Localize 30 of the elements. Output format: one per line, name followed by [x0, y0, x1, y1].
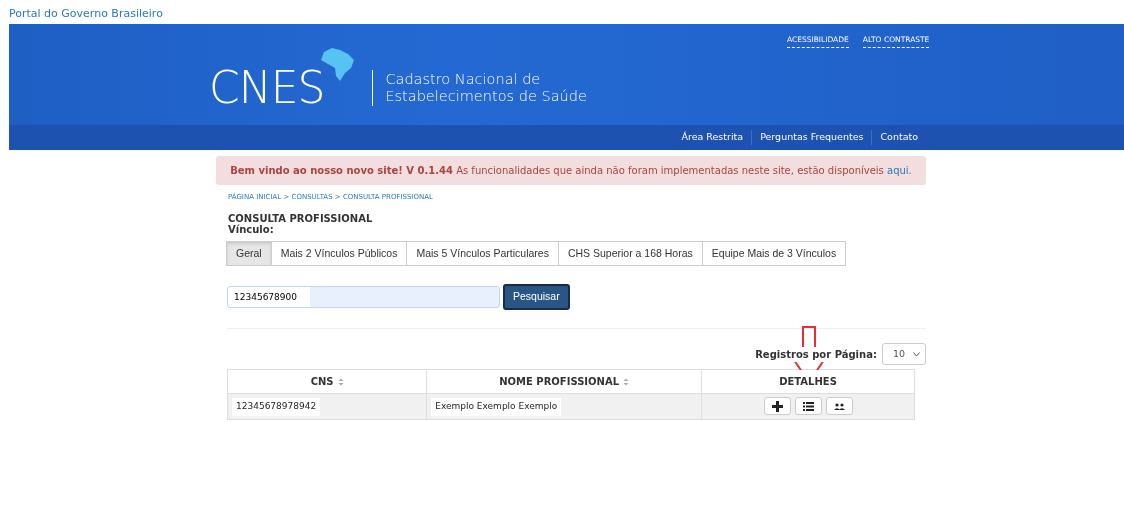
logo-subtitle: Cadastro Nacional de [385, 71, 542, 88]
nav-link[interactable]: Perguntas Frequentes [751, 130, 872, 145]
plus-icon [771, 400, 783, 412]
gov-portal-link[interactable]: Portal do Governo Brasileiro [0, 3, 172, 24]
logo-text: CNES [209, 66, 325, 110]
alert-link[interactable]: aqui. [887, 165, 912, 176]
plus-button[interactable] [763, 397, 791, 416]
table-cell: 12345678978942 [232, 398, 321, 416]
nav-link[interactable]: Área Restrita [673, 130, 752, 145]
column-header: DETALHES [779, 376, 837, 388]
column-header[interactable]: CNS [310, 376, 334, 388]
tab[interactable]: Geral [226, 240, 272, 267]
search-button[interactable]: Pesquisar [503, 284, 570, 310]
page-size-select[interactable]: 10 [881, 343, 926, 366]
alert-text: Bem vindo ao nosso novo site! V 0.1.44 As funcionalidades que ainda não foram implementadas neste site, estão disponíveis [230, 165, 885, 176]
vinculo-label: Vínculo: [228, 223, 275, 235]
search-field[interactable]: 12345678900 [227, 286, 500, 309]
page-title: CONSULTA PROFISSIONAL [228, 212, 374, 224]
nav-link[interactable]: Contato [871, 130, 926, 145]
logo-subtitle: Estabelecimentos de Saúde [385, 88, 587, 105]
tab[interactable]: Equipe Mais de 3 Vínculos [701, 240, 847, 267]
page-size-label: Registros por Página: [755, 346, 877, 362]
tab[interactable]: Mais 2 Vínculos Públicos [270, 240, 408, 267]
people-button[interactable] [825, 397, 853, 416]
tab[interactable]: CHS Superior a 168 Horas [557, 240, 703, 267]
caret-icon [913, 351, 920, 357]
list-button[interactable] [794, 397, 822, 416]
table-cell: Exemplo Exemplo Exemplo [431, 398, 562, 416]
tab[interactable]: Mais 5 Vínculos Particulares [406, 240, 559, 267]
list-icon [802, 400, 814, 412]
